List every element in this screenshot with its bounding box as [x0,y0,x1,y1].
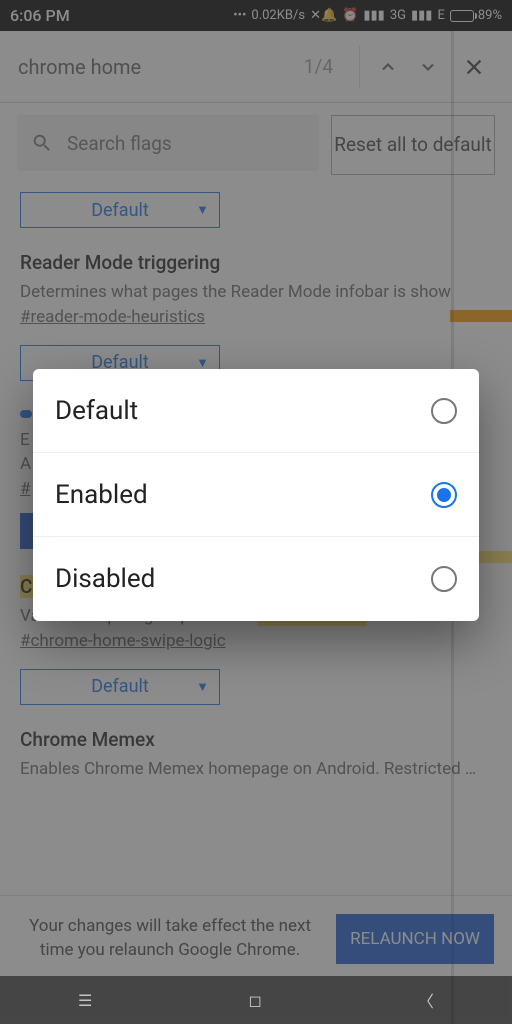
back-button[interactable]: 〈 [418,988,434,1012]
radio-icon [431,398,457,424]
flag-value-dialog: Default Enabled Disabled [33,369,479,621]
android-nav-bar: ☰ ◻ 〈 [0,976,512,1024]
option-enabled[interactable]: Enabled [33,453,479,537]
radio-checked-icon [431,482,457,508]
option-default[interactable]: Default [33,369,479,453]
radio-icon [431,566,457,592]
option-disabled[interactable]: Disabled [33,537,479,621]
recent-apps-button[interactable]: ☰ [78,991,92,1010]
home-button[interactable]: ◻ [249,991,262,1010]
